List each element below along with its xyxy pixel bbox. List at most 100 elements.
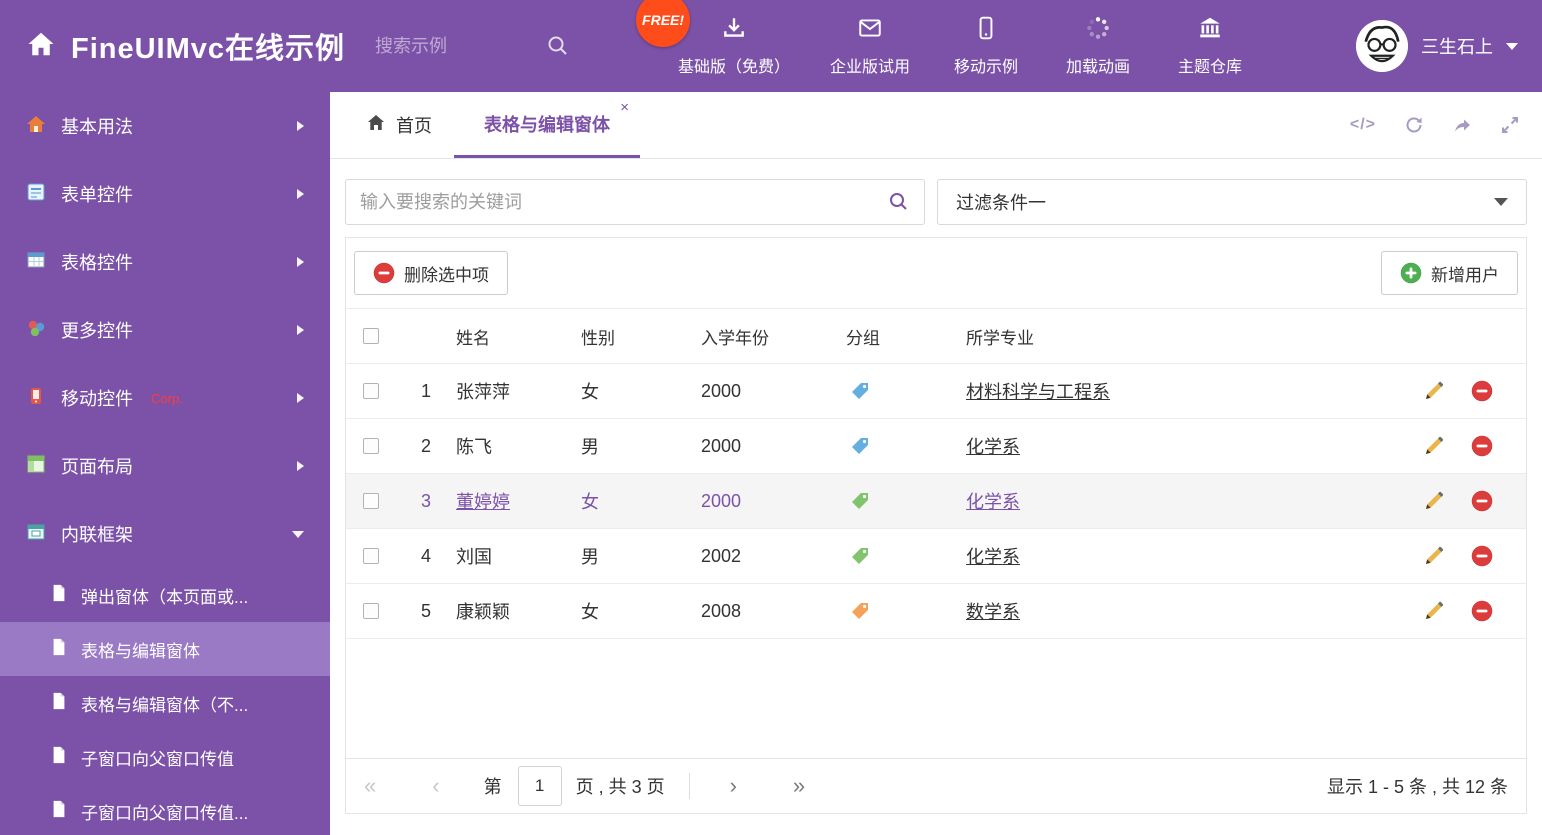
chevron-right-icon: [297, 121, 304, 131]
delete-selected-button[interactable]: 删除选中项: [354, 251, 508, 295]
row-checkbox[interactable]: [363, 548, 379, 564]
filter-dropdown[interactable]: 过滤条件一: [937, 179, 1527, 225]
row-checkbox[interactable]: [363, 438, 379, 454]
tag-icon: [850, 381, 870, 401]
keyword-search-box: [345, 179, 925, 225]
nav-item-theme-store[interactable]: 主题仓库: [1174, 15, 1246, 77]
sidebar-item-mobile-controls[interactable]: 移动控件 Corp.: [0, 364, 330, 432]
search-icon[interactable]: [888, 191, 910, 213]
row-year: 2002: [701, 545, 742, 566]
sidebar-subitem-grid-edit-window[interactable]: 表格与编辑窗体: [0, 622, 330, 676]
edit-icon[interactable]: [1423, 600, 1445, 622]
nav-item-enterprise-trial[interactable]: 企业版试用: [830, 15, 910, 77]
avatar[interactable]: [1356, 20, 1408, 72]
tab-home[interactable]: 首页: [344, 92, 454, 158]
major-link[interactable]: 材料科学与工程系: [966, 382, 1110, 402]
file-icon: [50, 692, 68, 715]
major-link[interactable]: 化学系: [966, 437, 1020, 457]
major-link[interactable]: 化学系: [966, 492, 1020, 512]
header-search-input[interactable]: [375, 35, 541, 57]
column-header-name[interactable]: 姓名: [456, 324, 581, 349]
sidebar-item-page-layout[interactable]: 页面布局: [0, 432, 330, 500]
sidebar-item-form-controls[interactable]: 表单控件: [0, 160, 330, 228]
app-root: FineUIMvc在线示例 FREE! 基础版（免费）: [0, 0, 1542, 835]
sidebar-subitem-popup-window[interactable]: 弹出窗体（本页面或...: [0, 568, 330, 622]
edit-icon[interactable]: [1423, 380, 1445, 402]
sidebar-item-label: 表单控件: [61, 185, 133, 205]
tab-label: 首页: [396, 116, 432, 136]
column-header-major[interactable]: 所学专业: [966, 324, 1411, 349]
search-icon[interactable]: [546, 34, 570, 58]
sidebar-item-grid-controls[interactable]: 表格控件: [0, 228, 330, 296]
chevron-right-icon: [297, 461, 304, 471]
envelope-icon: [857, 15, 883, 46]
delete-icon[interactable]: [1471, 600, 1493, 622]
source-code-icon[interactable]: </>: [1350, 116, 1376, 134]
refresh-icon[interactable]: [1404, 115, 1424, 135]
minus-circle-icon: [373, 262, 395, 284]
first-page-button[interactable]: «: [364, 775, 376, 797]
layout-icon: [26, 454, 46, 479]
row-gender: 女: [581, 602, 599, 622]
nav-item-basic-edition[interactable]: FREE! 基础版（免费）: [636, 0, 790, 77]
chevron-right-icon: [297, 189, 304, 199]
delete-icon[interactable]: [1471, 435, 1493, 457]
sidebar-subitem-grid-edit-window-2[interactable]: 表格与编辑窗体（不...: [0, 676, 330, 730]
brand[interactable]: FineUIMvc在线示例: [26, 25, 345, 67]
table-icon: [26, 250, 46, 275]
table-row: 4 刘国 男 2002 化学系: [346, 529, 1526, 584]
sidebar-subitem-label: 子窗口向父窗口传值...: [81, 803, 249, 823]
edit-icon[interactable]: [1423, 435, 1445, 457]
tab-bar: 首页 表格与编辑窗体 × </>: [330, 92, 1542, 159]
tab-tools: </>: [1350, 92, 1542, 158]
delete-icon[interactable]: [1471, 545, 1493, 567]
column-header-gender[interactable]: 性别: [581, 324, 701, 349]
grid-panel: 删除选中项 新增用户 姓名 性别 入学年份 分组 所学专业 1 张萍萍 女 20…: [345, 237, 1527, 814]
row-checkbox[interactable]: [363, 493, 379, 509]
major-link[interactable]: 数学系: [966, 602, 1020, 622]
sidebar-item-more-controls[interactable]: 更多控件: [0, 296, 330, 364]
forward-icon[interactable]: [1452, 115, 1472, 135]
row-checkbox[interactable]: [363, 603, 379, 619]
nav-item-mobile-demo[interactable]: 移动示例: [950, 15, 1022, 77]
row-checkbox[interactable]: [363, 383, 379, 399]
select-all-checkbox[interactable]: [363, 328, 379, 344]
edit-icon[interactable]: [1423, 545, 1445, 567]
close-icon[interactable]: ×: [620, 100, 629, 115]
sidebar-subitem-child-to-parent[interactable]: 子窗口向父窗口传值: [0, 730, 330, 784]
edit-icon[interactable]: [1423, 490, 1445, 512]
sidebar-item-inline-frame[interactable]: 内联框架: [0, 500, 330, 568]
sidebar-subitem-child-to-parent-2[interactable]: 子窗口向父窗口传值...: [0, 784, 330, 835]
delete-icon[interactable]: [1471, 380, 1493, 402]
pager-divider: [688, 773, 690, 799]
nav-label: 企业版试用: [830, 59, 911, 76]
prev-page-button[interactable]: ‹: [432, 775, 439, 797]
grid-body-spacer: [346, 639, 1526, 758]
grid-toolbar: 删除选中项 新增用户: [346, 238, 1526, 309]
delete-icon[interactable]: [1471, 490, 1493, 512]
column-header-year[interactable]: 入学年份: [701, 324, 846, 349]
major-link[interactable]: 化学系: [966, 547, 1020, 567]
sidebar-item-basic-usage[interactable]: 基本用法: [0, 92, 330, 160]
frame-icon: [26, 522, 46, 547]
tab-grid-edit-window[interactable]: 表格与编辑窗体 ×: [454, 92, 640, 158]
download-icon: [721, 15, 747, 46]
add-user-button[interactable]: 新增用户: [1381, 251, 1518, 295]
fullscreen-icon[interactable]: [1500, 115, 1520, 135]
nav-item-loading-animation[interactable]: 加载动画: [1062, 15, 1134, 77]
keyword-search-input[interactable]: [346, 180, 888, 224]
column-header-group[interactable]: 分组: [846, 324, 966, 349]
button-label: 新增用户: [1431, 265, 1499, 285]
chevron-right-icon: [297, 393, 304, 403]
user-menu[interactable]: 三生石上: [1356, 20, 1518, 72]
corp-badge: Corp.: [151, 390, 183, 406]
next-page-button[interactable]: ›: [730, 775, 737, 797]
page-number-input[interactable]: [517, 766, 562, 806]
tag-icon: [850, 601, 870, 621]
row-number: 1: [420, 380, 431, 401]
free-badge: FREE!: [636, 0, 691, 47]
spinner-icon: [1085, 15, 1111, 46]
last-page-button[interactable]: »: [793, 775, 805, 797]
page-prefix-label: 第: [483, 777, 502, 797]
mobile-icon: [973, 15, 999, 46]
